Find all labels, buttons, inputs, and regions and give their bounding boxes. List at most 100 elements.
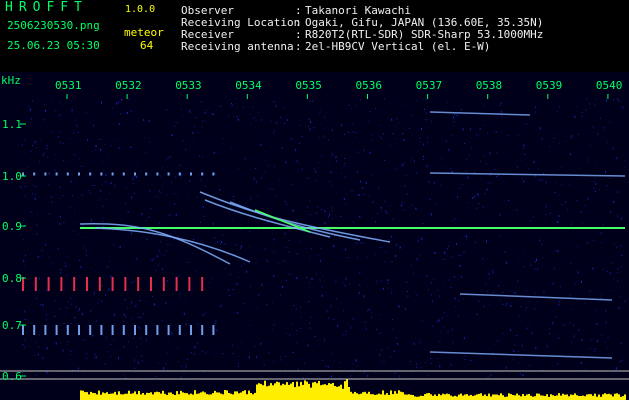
noise-speckle [60, 131, 62, 133]
noise-speckle [390, 292, 392, 294]
noise-speckle [298, 240, 300, 242]
noise-speckle [614, 243, 616, 244]
noise-speckle [330, 171, 332, 174]
noise-speckle [45, 313, 47, 316]
noise-speckle [272, 188, 274, 191]
noise-speckle [555, 250, 557, 251]
noise-speckle [466, 158, 468, 160]
noise-speckle [420, 366, 422, 369]
noise-speckle [552, 322, 554, 325]
noise-speckle [55, 342, 57, 345]
noise-speckle [122, 234, 123, 235]
level-bar [612, 396, 614, 400]
pulse-mark [145, 325, 148, 335]
level-bar [132, 393, 134, 400]
noise-speckle [445, 140, 447, 142]
noise-speckle [537, 168, 539, 170]
noise-speckle [363, 295, 365, 298]
pulse-mark [137, 277, 140, 291]
noise-speckle [42, 255, 44, 257]
noise-speckle [600, 232, 602, 235]
noise-speckle [444, 251, 446, 254]
noise-speckle [201, 126, 203, 129]
noise-speckle [425, 232, 427, 234]
noise-speckle [499, 104, 501, 106]
noise-speckle [375, 372, 377, 374]
noise-speckle [78, 310, 79, 312]
noise-speckle [570, 153, 572, 156]
noise-speckle [405, 175, 407, 177]
noise-speckle [553, 134, 555, 136]
noise-speckle [525, 309, 527, 311]
level-bar [490, 396, 492, 400]
noise-speckle [163, 217, 165, 219]
noise-speckle [619, 361, 621, 363]
noise-speckle [166, 280, 168, 282]
hrofft-window: HROFFT 1.0.0 2506230530.png 25.06.23 05:… [0, 0, 629, 400]
noise-speckle [274, 252, 276, 254]
noise-speckle [442, 326, 444, 328]
noise-speckle [613, 278, 615, 280]
noise-speckle [319, 136, 321, 138]
noise-speckle [83, 339, 85, 341]
noise-speckle [242, 106, 244, 108]
noise-speckle [601, 335, 603, 336]
pulse-mark [124, 277, 127, 291]
level-bar [220, 393, 222, 400]
noise-speckle [153, 257, 155, 260]
noise-speckle [595, 98, 597, 100]
noise-speckle [133, 192, 135, 194]
level-bar [114, 391, 116, 400]
noise-speckle [315, 170, 317, 173]
noise-speckle [183, 373, 185, 374]
noise-speckle [230, 273, 232, 275]
noise-speckle [287, 262, 289, 264]
noise-speckle [333, 245, 335, 248]
level-bar [272, 385, 274, 400]
level-bar [134, 391, 136, 400]
noise-speckle [79, 260, 81, 261]
noise-speckle [463, 235, 465, 237]
noise-speckle [145, 338, 147, 341]
freq-unit-label: kHz [1, 74, 21, 87]
noise-speckle [177, 346, 179, 349]
noise-speckle [392, 133, 394, 135]
noise-speckle [232, 199, 234, 201]
level-bar [498, 395, 500, 400]
noise-speckle [210, 349, 212, 351]
noise-speckle [554, 192, 556, 194]
noise-speckle [102, 225, 104, 227]
noise-speckle [170, 156, 172, 157]
noise-speckle [27, 193, 28, 195]
noise-speckle [166, 158, 168, 160]
level-bar [526, 394, 528, 400]
noise-speckle [95, 145, 97, 148]
freq-tick-label: 0.9 [2, 220, 22, 233]
level-bar [618, 394, 620, 400]
noise-speckle [442, 317, 443, 319]
level-bar [300, 381, 302, 400]
noise-speckle [446, 248, 448, 250]
noise-speckle [202, 206, 204, 209]
noise-speckle [65, 313, 66, 315]
noise-speckle [344, 248, 346, 251]
noise-speckle [309, 200, 310, 202]
noise-speckle [428, 375, 430, 377]
noise-speckle [22, 116, 24, 118]
level-bar [492, 394, 494, 400]
level-bar [222, 394, 224, 400]
noise-speckle [78, 275, 80, 277]
noise-speckle [609, 121, 611, 124]
noise-speckle [462, 128, 464, 131]
noise-speckle [165, 302, 167, 305]
noise-speckle [491, 270, 493, 272]
noise-speckle [237, 313, 239, 314]
noise-speckle [426, 165, 428, 168]
noise-speckle [391, 261, 393, 263]
noise-speckle [594, 177, 596, 178]
noise-speckle [510, 305, 512, 307]
noise-speckle [360, 180, 362, 183]
pulse-mark [145, 172, 148, 176]
noise-speckle [376, 280, 378, 283]
noise-speckle [212, 113, 214, 116]
